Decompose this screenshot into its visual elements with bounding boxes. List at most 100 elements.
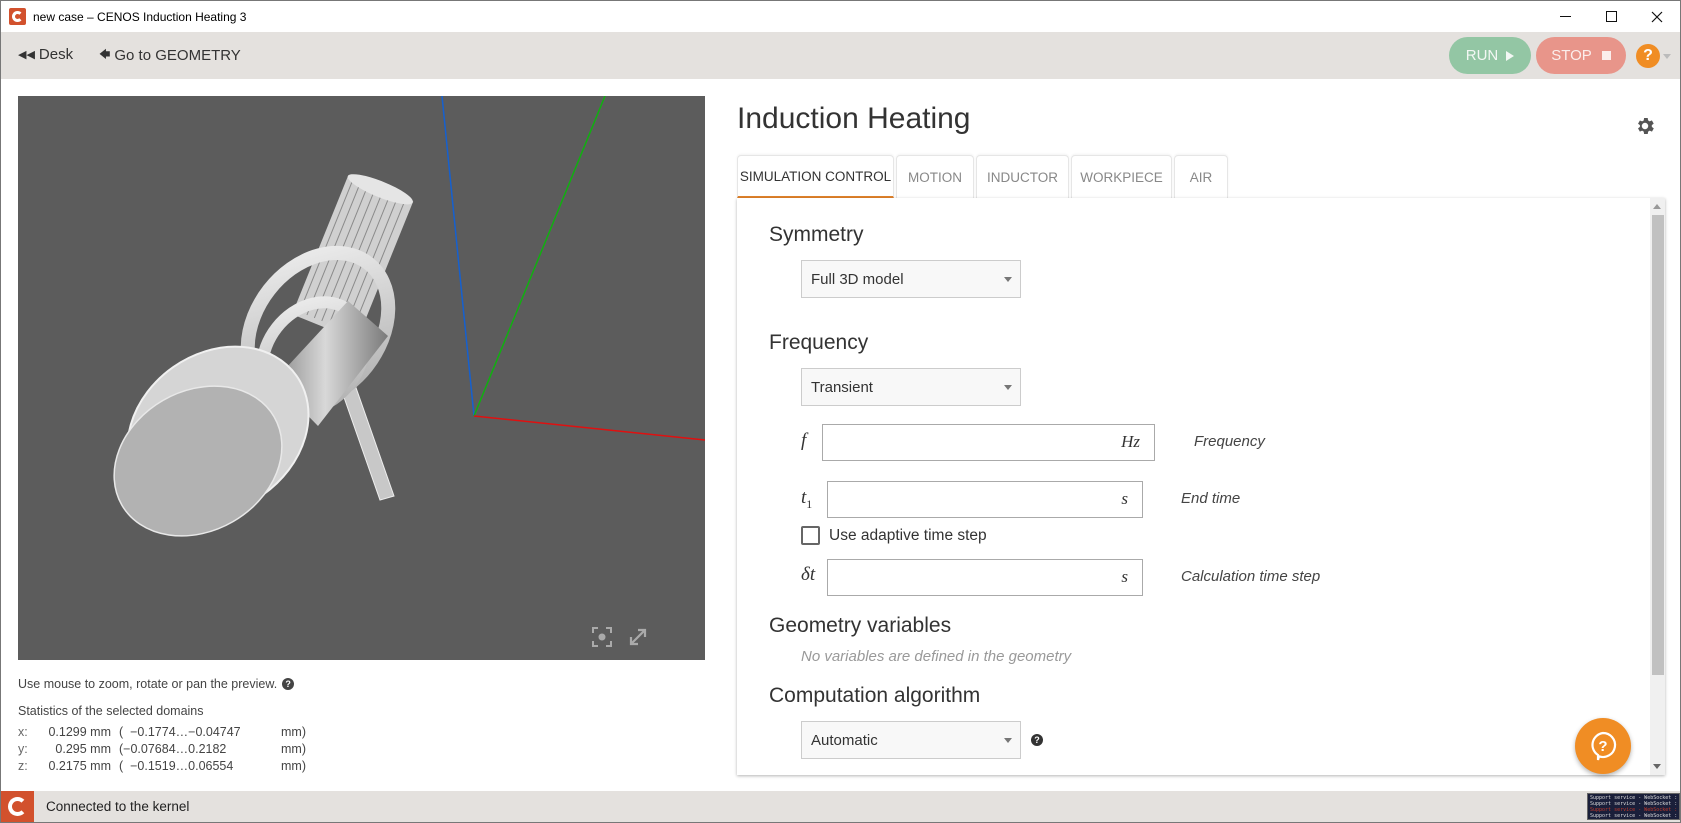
help-circle-icon[interactable]: ?: [282, 678, 295, 690]
status-bar: Connected to the kernel Support service …: [1, 791, 1680, 822]
symmetry-title: Symmetry: [769, 223, 864, 246]
time-step-input[interactable]: s: [827, 559, 1143, 596]
scroll-down-arrow-icon[interactable]: [1653, 764, 1661, 769]
minimize-icon: [1559, 16, 1571, 17]
geometry-variables-empty: No variables are defined in the geometry: [801, 648, 1072, 665]
stats-row-y: y: 0.295 mm (−0.07684…0.2182 mm): [18, 741, 306, 758]
frequency-input[interactable]: Hz: [822, 424, 1155, 461]
stats-value: 0.1299 mm: [48, 725, 111, 739]
end-time-symbol-sub: 1: [806, 496, 813, 511]
stats-range: ( −0.1519…0.06554: [119, 759, 234, 773]
adaptive-time-step-checkbox[interactable]: [801, 526, 820, 545]
title-bar: new case – CENOS Induction Heating 3: [1, 1, 1680, 32]
y-axis-line: [473, 96, 606, 417]
x-axis-line: [473, 415, 705, 441]
tab-inductor[interactable]: INDUCTOR: [976, 155, 1069, 198]
end-time-unit: s: [1121, 489, 1128, 508]
go-to-geometry-button[interactable]: 🡄 Go to GEOMETRY: [99, 46, 241, 65]
geometry-preview-viewport[interactable]: [18, 96, 705, 660]
adaptive-time-step-label: Use adaptive time step: [829, 527, 987, 544]
scroll-up-arrow-icon[interactable]: [1653, 204, 1661, 209]
frequency-label: Frequency: [1194, 433, 1265, 450]
panel-scrollbar[interactable]: [1650, 198, 1665, 775]
close-button[interactable]: [1634, 1, 1680, 32]
symmetry-select[interactable]: Full 3D model: [801, 260, 1021, 298]
stats-axis: y:: [18, 742, 28, 756]
chevron-down-icon: [1004, 277, 1012, 282]
help-dropdown-caret-icon[interactable]: [1663, 54, 1671, 59]
help-button[interactable]: ?: [1636, 44, 1660, 68]
geometry-variables-title: Geometry variables: [769, 614, 952, 637]
log-console-preview[interactable]: Support service - WebSocket : Support se…: [1587, 793, 1680, 820]
gear-icon: [1638, 118, 1654, 134]
simulation-control-card: Symmetry Full 3D model Frequency Transie…: [737, 198, 1665, 775]
tab-motion[interactable]: MOTION: [896, 155, 974, 198]
time-step-unit: s: [1121, 567, 1128, 586]
desk-label: Desk: [38, 46, 74, 63]
tab-air[interactable]: AIR: [1174, 155, 1228, 198]
z-axis-line: [441, 96, 475, 417]
support-chat-button[interactable]: ?: [1575, 718, 1631, 774]
stats-value: 0.2175 mm: [48, 759, 111, 773]
symmetry-value: Full 3D model: [811, 270, 904, 288]
algorithm-select[interactable]: Automatic: [801, 721, 1021, 759]
inductor-lead: [339, 381, 395, 501]
stats-unit: mm): [281, 725, 306, 739]
end-time-label: End time: [1181, 490, 1241, 507]
stop-icon: [1601, 51, 1611, 60]
maximize-icon: [1605, 11, 1617, 22]
window-title: new case – CENOS Induction Heating 3: [33, 9, 247, 24]
stats-row-x: x: 0.1299 mm ( −0.1774…−0.04747 mm): [18, 724, 306, 741]
frequency-unit: Hz: [1121, 432, 1140, 451]
desk-button[interactable]: ◀◀ Desk: [18, 46, 73, 63]
focus-view-button[interactable]: [591, 626, 613, 648]
frequency-symbol: f: [801, 430, 807, 451]
top-toolbar: ◀◀ Desk 🡄 Go to GEOMETRY RUN STOP ?: [1, 32, 1680, 79]
double-arrow-left-icon: ◀◀: [18, 49, 35, 61]
frequency-mode-select[interactable]: Transient: [801, 368, 1021, 406]
stats-range: (−0.07684…0.2182: [119, 742, 227, 756]
window-controls: [1542, 1, 1680, 32]
minimize-button[interactable]: [1542, 1, 1588, 32]
settings-tabs: SIMULATION CONTROL MOTION INDUCTOR WORKP…: [737, 155, 1228, 198]
stats-axis: z:: [18, 759, 28, 773]
stats-range: ( −0.1774…−0.04747: [119, 725, 241, 739]
geometry-scene: [113, 96, 705, 537]
stop-button[interactable]: STOP: [1536, 37, 1626, 74]
time-step-label: Calculation time step: [1181, 568, 1321, 585]
algorithm-help-icon[interactable]: ?: [1031, 734, 1043, 746]
tab-simulation-control[interactable]: SIMULATION CONTROL: [737, 155, 894, 198]
time-step-symbol: δt: [801, 564, 816, 585]
arrow-left-icon: 🡄: [99, 49, 111, 61]
go-to-geometry-label: Go to GEOMETRY: [114, 47, 241, 64]
app-window: new case – CENOS Induction Heating 3 ◀◀ …: [0, 0, 1681, 823]
page-title: Induction Heating: [737, 102, 971, 135]
frequency-title: Frequency: [769, 331, 869, 354]
stats-unit: mm): [281, 759, 306, 773]
fullscreen-button[interactable]: [627, 626, 649, 648]
end-time-input[interactable]: s: [827, 481, 1143, 518]
run-button[interactable]: RUN: [1449, 37, 1531, 74]
maximize-button[interactable]: [1588, 1, 1634, 32]
algorithm-value: Automatic: [811, 731, 878, 749]
preview-hint-text: Use mouse to zoom, rotate or pan the pre…: [18, 677, 278, 691]
stop-label: STOP: [1551, 47, 1592, 64]
kernel-status: Connected to the kernel: [46, 799, 190, 814]
settings-button[interactable]: [1634, 115, 1656, 137]
scrollbar-thumb[interactable]: [1652, 215, 1664, 675]
chevron-down-icon: [1004, 738, 1012, 743]
end-time-symbol: t1: [801, 487, 812, 512]
log-line: Support service - WebSocket :: [1590, 813, 1678, 819]
close-icon: [1651, 11, 1663, 22]
tab-workpiece[interactable]: WORKPIECE: [1071, 155, 1172, 198]
stats-title: Statistics of the selected domains: [18, 704, 204, 718]
stats-unit: mm): [281, 742, 306, 756]
cenos-logo-icon: [1, 791, 34, 822]
frequency-mode-value: Transient: [811, 378, 873, 396]
chevron-down-icon: [1004, 385, 1012, 390]
stats-value: 0.295 mm: [55, 742, 111, 756]
stats-row-z: z: 0.2175 mm ( −0.1519…0.06554 mm): [18, 758, 306, 775]
cenos-logo-icon: [9, 8, 26, 25]
computation-algorithm-title: Computation algorithm: [769, 684, 981, 707]
play-icon: [1506, 50, 1515, 61]
